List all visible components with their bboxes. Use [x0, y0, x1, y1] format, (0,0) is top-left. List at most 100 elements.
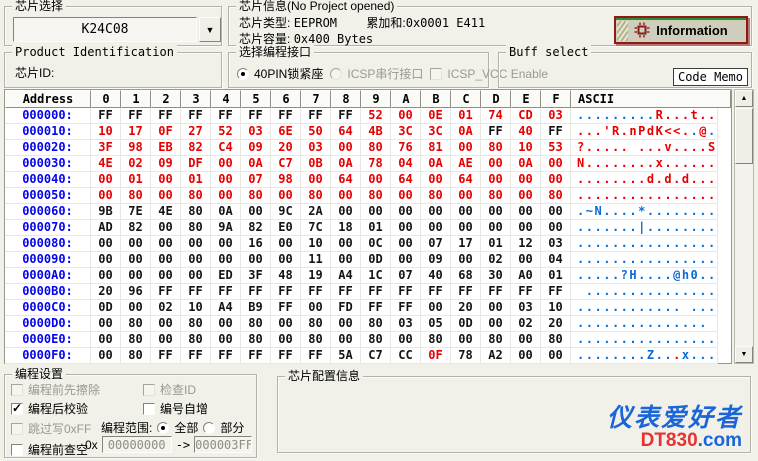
hex-byte-cell[interactable]: 00 — [541, 220, 571, 236]
hex-byte-cell[interactable]: 80 — [301, 332, 331, 348]
hex-byte-cell[interactable]: 00 — [271, 316, 301, 332]
ascii-cell[interactable]: .......|........ — [571, 220, 718, 236]
ascii-cell[interactable]: ............ ... — [571, 300, 718, 316]
hex-byte-cell[interactable]: 00 — [481, 300, 511, 316]
hex-byte-cell[interactable]: 00 — [91, 252, 121, 268]
hex-byte-cell[interactable]: FF — [211, 348, 241, 364]
hex-byte-cell[interactable]: 07 — [391, 268, 421, 284]
hex-byte-cell[interactable]: 0F — [151, 124, 181, 140]
hex-byte-cell[interactable]: 6E — [271, 124, 301, 140]
hex-byte-cell[interactable]: 00 — [151, 220, 181, 236]
hex-byte-cell[interactable]: 00 — [91, 172, 121, 188]
hex-byte-cell[interactable]: 10 — [511, 140, 541, 156]
hex-byte-cell[interactable]: 17 — [451, 236, 481, 252]
hex-byte-cell[interactable]: 00 — [301, 300, 331, 316]
hex-byte-cell[interactable]: 00 — [211, 252, 241, 268]
hex-byte-cell[interactable]: 09 — [241, 140, 271, 156]
hex-byte-cell[interactable]: 80 — [241, 316, 271, 332]
hex-byte-cell[interactable]: 82 — [241, 220, 271, 236]
hex-byte-cell[interactable]: 00 — [511, 220, 541, 236]
hex-byte-cell[interactable]: 7E — [121, 204, 151, 220]
hex-byte-cell[interactable]: FF — [511, 284, 541, 300]
hex-byte-cell[interactable]: 0D — [451, 316, 481, 332]
hex-byte-cell[interactable]: FF — [301, 348, 331, 364]
hex-byte-cell[interactable]: 00 — [211, 172, 241, 188]
hex-byte-cell[interactable]: 09 — [151, 156, 181, 172]
hex-byte-cell[interactable]: 80 — [181, 316, 211, 332]
hex-byte-cell[interactable]: FF — [271, 300, 301, 316]
checkbox-blank-check-before-program[interactable]: 编程前查空 — [11, 441, 88, 458]
hex-byte-cell[interactable]: FF — [541, 124, 571, 140]
scroll-up-button[interactable]: ▲ — [735, 90, 753, 107]
hex-byte-cell[interactable]: 20 — [541, 316, 571, 332]
hex-byte-cell[interactable]: 00 — [331, 188, 361, 204]
hex-byte-cell[interactable]: 07 — [241, 172, 271, 188]
hex-byte-cell[interactable]: FF — [361, 284, 391, 300]
ascii-cell[interactable]: ...'R.nPdK<<..@. — [571, 124, 718, 140]
hex-byte-cell[interactable]: 80 — [541, 188, 571, 204]
hex-byte-cell[interactable]: 00 — [121, 300, 151, 316]
hex-byte-cell[interactable]: 00 — [271, 236, 301, 252]
hex-byte-cell[interactable]: E0 — [271, 220, 301, 236]
buffer-selector-code-memo[interactable]: Code Memo — [672, 68, 748, 86]
hex-byte-cell[interactable]: C7 — [361, 348, 391, 364]
hex-byte-cell[interactable]: FF — [481, 284, 511, 300]
hex-byte-cell[interactable]: 00 — [391, 108, 421, 124]
hex-byte-cell[interactable]: 50 — [301, 124, 331, 140]
hex-byte-cell[interactable]: 80 — [241, 332, 271, 348]
hex-byte-cell[interactable]: 09 — [421, 252, 451, 268]
hex-byte-cell[interactable]: 00 — [151, 188, 181, 204]
hex-byte-cell[interactable]: 00 — [151, 268, 181, 284]
hex-byte-cell[interactable]: 00 — [241, 204, 271, 220]
hex-byte-cell[interactable]: 10 — [541, 300, 571, 316]
hex-byte-cell[interactable]: 03 — [241, 124, 271, 140]
hex-byte-cell[interactable]: 9C — [271, 204, 301, 220]
hex-byte-cell[interactable]: 0A — [511, 156, 541, 172]
hex-byte-cell[interactable]: FF — [301, 108, 331, 124]
hex-byte-cell[interactable]: FF — [331, 284, 361, 300]
hex-byte-cell[interactable]: 01 — [121, 172, 151, 188]
ascii-cell[interactable]: ................ — [571, 252, 718, 268]
hex-byte-cell[interactable]: FF — [241, 108, 271, 124]
hex-byte-cell[interactable]: 00 — [391, 236, 421, 252]
hex-byte-cell[interactable]: 00 — [91, 348, 121, 364]
hex-byte-cell[interactable]: 00 — [151, 332, 181, 348]
hex-byte-cell[interactable]: 0D — [361, 252, 391, 268]
hex-byte-cell[interactable]: 01 — [481, 236, 511, 252]
hex-byte-cell[interactable]: 00 — [211, 156, 241, 172]
hex-byte-cell[interactable]: 82 — [181, 140, 211, 156]
hex-byte-cell[interactable]: 0B — [301, 156, 331, 172]
hex-byte-cell[interactable]: 03 — [541, 108, 571, 124]
hex-byte-cell[interactable]: 17 — [121, 124, 151, 140]
hex-byte-cell[interactable]: 52 — [361, 108, 391, 124]
hex-byte-cell[interactable]: 5A — [331, 348, 361, 364]
hex-byte-cell[interactable]: 4B — [361, 124, 391, 140]
ascii-cell[interactable]: ................ — [571, 332, 718, 348]
hex-byte-cell[interactable]: 4E — [91, 156, 121, 172]
hex-byte-cell[interactable]: AE — [451, 156, 481, 172]
hex-byte-cell[interactable]: FF — [241, 348, 271, 364]
hex-byte-cell[interactable]: CC — [391, 348, 421, 364]
checkbox-verify-after-program[interactable]: 编程后校验 — [11, 400, 88, 417]
hex-byte-cell[interactable]: 00 — [421, 300, 451, 316]
hex-byte-cell[interactable]: 00 — [121, 252, 151, 268]
hex-byte-cell[interactable]: 9A — [211, 220, 241, 236]
hex-byte-cell[interactable]: 27 — [181, 124, 211, 140]
hex-byte-cell[interactable]: 00 — [451, 140, 481, 156]
hex-byte-cell[interactable]: 00 — [511, 188, 541, 204]
hex-byte-cell[interactable]: 0F — [421, 348, 451, 364]
hex-byte-cell[interactable]: 00 — [91, 316, 121, 332]
hex-byte-cell[interactable]: 68 — [451, 268, 481, 284]
hex-byte-cell[interactable]: FF — [391, 284, 421, 300]
hex-byte-cell[interactable]: 00 — [331, 140, 361, 156]
hex-byte-cell[interactable]: 03 — [391, 316, 421, 332]
hex-byte-cell[interactable]: 00 — [151, 236, 181, 252]
hex-byte-cell[interactable]: 0A — [451, 124, 481, 140]
hex-byte-cell[interactable]: EB — [151, 140, 181, 156]
hex-byte-cell[interactable]: 7C — [301, 220, 331, 236]
hex-byte-cell[interactable]: 80 — [361, 140, 391, 156]
ascii-cell[interactable]: ........Z...x... — [571, 348, 718, 364]
hex-byte-cell[interactable]: 80 — [181, 204, 211, 220]
hex-byte-cell[interactable]: 00 — [421, 172, 451, 188]
hex-byte-cell[interactable]: 00 — [121, 236, 151, 252]
